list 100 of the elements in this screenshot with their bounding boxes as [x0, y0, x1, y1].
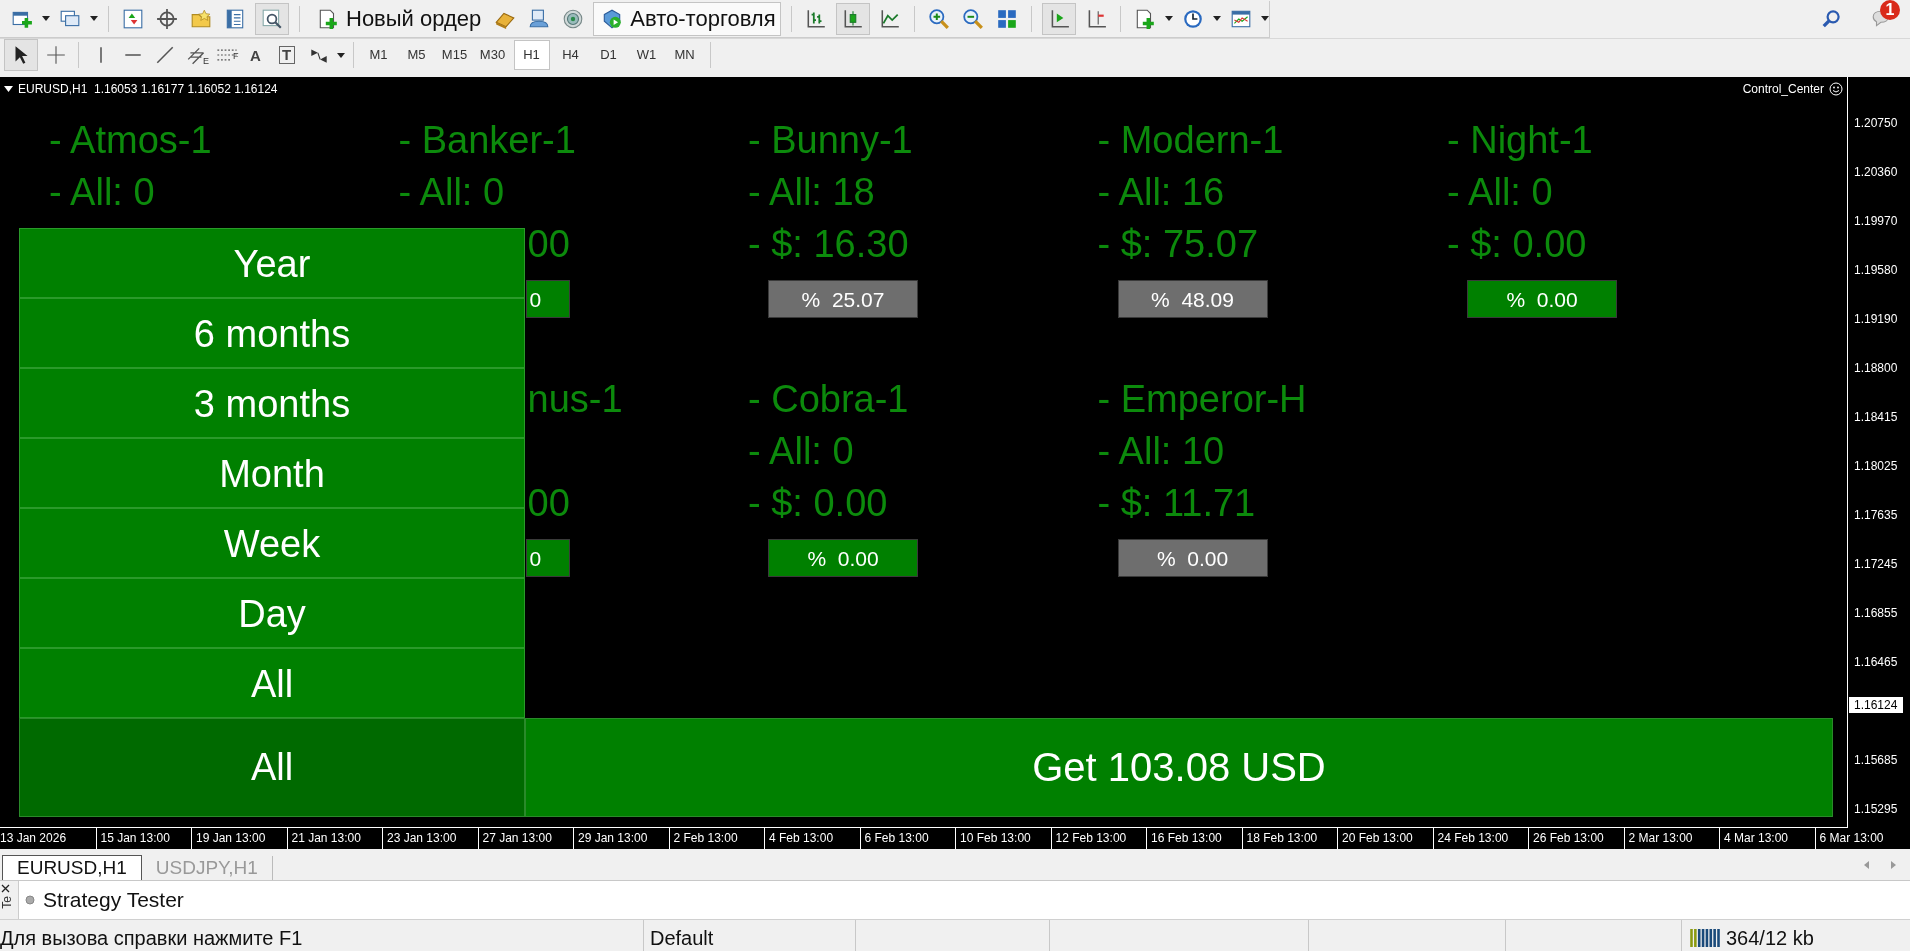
smiley-icon: [1829, 82, 1843, 96]
clock-icon[interactable]: [1181, 7, 1204, 30]
period-menu-item[interactable]: All: [19, 648, 525, 718]
time-label: 18 Feb 13:00: [1246, 831, 1318, 845]
new-order-button[interactable]: Новый ордер: [310, 2, 486, 35]
bot-name: - Atmos-1: [49, 119, 212, 161]
trade-count: - All: 10: [1097, 430, 1225, 472]
time-label: 6 Mar 13:00: [1819, 831, 1884, 845]
timeframe-button[interactable]: M30: [475, 41, 510, 69]
price-label: 1.18025: [1854, 459, 1898, 473]
caret-icon[interactable]: [1212, 16, 1221, 21]
tile-grid-icon[interactable]: [995, 7, 1018, 30]
profit-amount: - $: 75.07: [1097, 223, 1259, 265]
price-label: 1.18800: [1854, 361, 1898, 375]
period-menu-item[interactable]: 3 months: [19, 368, 525, 438]
caret-icon[interactable]: [336, 52, 345, 58]
signal-icon[interactable]: [562, 7, 585, 30]
caret-icon[interactable]: [1164, 16, 1173, 21]
text-tool-button[interactable]: A: [242, 46, 269, 64]
time-label: 13 Jan 2026: [0, 831, 67, 845]
time-label: 4 Mar 13:00: [1724, 831, 1789, 845]
zoom-in-icon[interactable]: [927, 7, 950, 30]
indicator-name: Control_Center: [1742, 82, 1824, 96]
trade-count: - All: 0: [748, 430, 854, 472]
time-label: 15 Jan 13:00: [100, 831, 170, 845]
price-label: 1.19970: [1854, 214, 1898, 228]
period-select[interactable]: All: [19, 718, 525, 817]
current-price-label: 1.16124: [1849, 697, 1904, 713]
time-label: 19 Jan 13:00: [196, 831, 266, 845]
document-plus-icon: [317, 7, 339, 30]
percent-button[interactable]: % 48.09: [1117, 280, 1268, 318]
trade-count: - All: 0: [49, 171, 155, 213]
caret-icon[interactable]: [1260, 16, 1269, 21]
list-window-icon[interactable]: [224, 7, 246, 30]
time-label: 23 Jan 13:00: [387, 831, 457, 845]
price-label: 1.18415: [1854, 410, 1898, 424]
timeframe-button[interactable]: M15: [437, 41, 472, 69]
trend-line-icon[interactable]: [154, 44, 176, 66]
period-menu-item[interactable]: 6 months: [19, 298, 525, 368]
percent-button[interactable]: % 25.07: [768, 280, 918, 318]
price-label: 1.15685: [1854, 753, 1898, 767]
percent-button[interactable]: % 0.00: [1467, 280, 1617, 318]
close-icon[interactable]: [0, 883, 11, 894]
timeframe-button[interactable]: MN: [667, 41, 702, 69]
period-menu-item[interactable]: Week: [19, 508, 525, 578]
channel-tool-button[interactable]: E: [183, 44, 209, 66]
time-label: 27 Jan 13:00: [482, 831, 552, 845]
bot-name: - Modern-1: [1097, 119, 1284, 161]
profit-amount: 00: [527, 482, 570, 524]
percent-button[interactable]: % 0.00: [768, 539, 918, 577]
candle-chart-button[interactable]: [835, 2, 870, 35]
search-icon[interactable]: [1821, 8, 1843, 30]
tester-toggle-button[interactable]: [255, 2, 289, 35]
auto-scroll-button[interactable]: [1041, 2, 1076, 35]
caret-icon[interactable]: [90, 16, 98, 21]
folder-star-icon[interactable]: [190, 7, 212, 30]
percent-button[interactable]: 0: [525, 280, 570, 318]
auto-trading-button[interactable]: Авто-торговля: [593, 1, 781, 36]
price-label: 1.17635: [1854, 508, 1898, 522]
cursor-button[interactable]: [4, 39, 38, 71]
timeframe-button[interactable]: H1: [513, 40, 550, 70]
arrows-window-icon[interactable]: [122, 7, 144, 30]
percent-button[interactable]: % 0.00: [1117, 539, 1268, 577]
time-label: 2 Mar 13:00: [1628, 831, 1693, 845]
server-icon[interactable]: [528, 7, 551, 30]
signal-bars-icon: [1690, 929, 1720, 947]
time-label: 2 Feb 13:00: [673, 831, 738, 845]
period-menu-item[interactable]: Month: [19, 438, 525, 508]
timeframe-button[interactable]: D1: [591, 41, 626, 69]
bot-name: - Banker-1: [398, 119, 576, 161]
profit-amount: - $: 16.30: [748, 223, 909, 265]
period-menu-item[interactable]: Year: [19, 228, 525, 298]
timeframe-button[interactable]: M1: [361, 41, 396, 69]
percent-button[interactable]: 0: [525, 539, 570, 577]
timeframe-button[interactable]: M5: [399, 41, 434, 69]
shield-play-icon: [601, 7, 624, 30]
triangle-down-icon[interactable]: [4, 86, 13, 92]
help-text: Для вызова справки нажмите F1: [0, 926, 303, 950]
fibonacci-tool-button[interactable]: F: [213, 49, 239, 61]
bot-name: nus-1: [527, 378, 623, 420]
panel-title: Strategy Tester: [43, 888, 184, 912]
label-tool-button[interactable]: T: [278, 46, 295, 64]
timeframe-button[interactable]: W1: [629, 41, 664, 69]
magnifier-window-icon[interactable]: [261, 7, 283, 30]
trade-count: - All: 0: [398, 171, 505, 213]
get-profit-button[interactable]: Get 103.08 USD: [525, 718, 1833, 817]
crosshair-icon[interactable]: [156, 7, 178, 30]
price-label: 1.15295: [1854, 802, 1898, 816]
trade-count: - All: 0: [1447, 171, 1553, 213]
time-label: 21 Jan 13:00: [291, 831, 361, 845]
period-menu-item[interactable]: Day: [19, 578, 525, 648]
price-label: 1.20750: [1854, 116, 1898, 130]
traffic-info: 364/12 kb: [1726, 926, 1814, 950]
time-label: 12 Feb 13:00: [1055, 831, 1127, 845]
time-label: 6 Feb 13:00: [864, 831, 929, 845]
chart-tab[interactable]: EURUSD,H1: [2, 855, 142, 880]
zoom-out-icon[interactable]: [961, 7, 984, 30]
caret-icon[interactable]: [42, 16, 50, 21]
timeframe-button[interactable]: H4: [553, 41, 588, 69]
price-label: 1.16465: [1854, 655, 1898, 669]
